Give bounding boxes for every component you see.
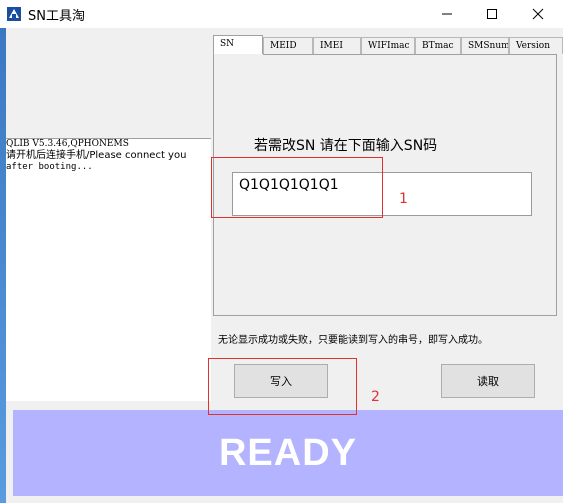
tab-meid[interactable]: MEID (263, 37, 313, 54)
maximize-icon (486, 9, 497, 19)
panel-divider (263, 54, 557, 55)
log-line: after booting... (6, 162, 93, 172)
status-banner: READY (13, 410, 563, 496)
sn-prompt-label: 若需改SN 请在下面输入SN码 (254, 138, 438, 154)
tab-version[interactable]: Version (509, 37, 563, 54)
tab-sn[interactable]: SN (213, 35, 263, 54)
annotation-label-1: 1 (399, 191, 408, 207)
annotation-box-1 (211, 157, 383, 218)
title-bar: SN工具淘 (0, 0, 563, 28)
tab-bar: SN MEID IMEI WIFImac BTmac SMSnum Versio… (213, 35, 563, 54)
app-window: SN工具淘 QLIB V5.3.46,QPHONEMS 请开机后连接手机/Ple… (0, 0, 563, 503)
window-title: SN工具淘 (28, 9, 85, 24)
maximize-button[interactable] (469, 0, 514, 28)
tab-btmac[interactable]: BTmac (415, 37, 461, 54)
annotation-label-2: 2 (371, 389, 380, 405)
minimize-icon (441, 13, 452, 15)
close-button[interactable] (515, 0, 560, 28)
log-line: 请开机后连接手机/Please connect you (6, 150, 187, 161)
close-icon (532, 8, 543, 20)
tab-imei[interactable]: IMEI (313, 37, 361, 54)
log-output[interactable]: QLIB V5.3.46,QPHONEMS 请开机后连接手机/Please co… (6, 138, 211, 402)
status-text: READY (218, 431, 358, 474)
write-note: 无论显示成功或失败，只要能读到写入的串号，即写入成功。 (218, 335, 488, 346)
annotation-box-2 (208, 358, 357, 415)
tab-smsnum[interactable]: SMSnum (461, 37, 509, 54)
minimize-button[interactable] (424, 0, 469, 28)
left-blank-area (6, 28, 211, 136)
tab-wifimac[interactable]: WIFImac (361, 37, 415, 54)
read-button[interactable]: 读取 (441, 364, 535, 398)
log-line: QLIB V5.3.46,QPHONEMS (6, 139, 129, 149)
app-icon (7, 7, 21, 21)
